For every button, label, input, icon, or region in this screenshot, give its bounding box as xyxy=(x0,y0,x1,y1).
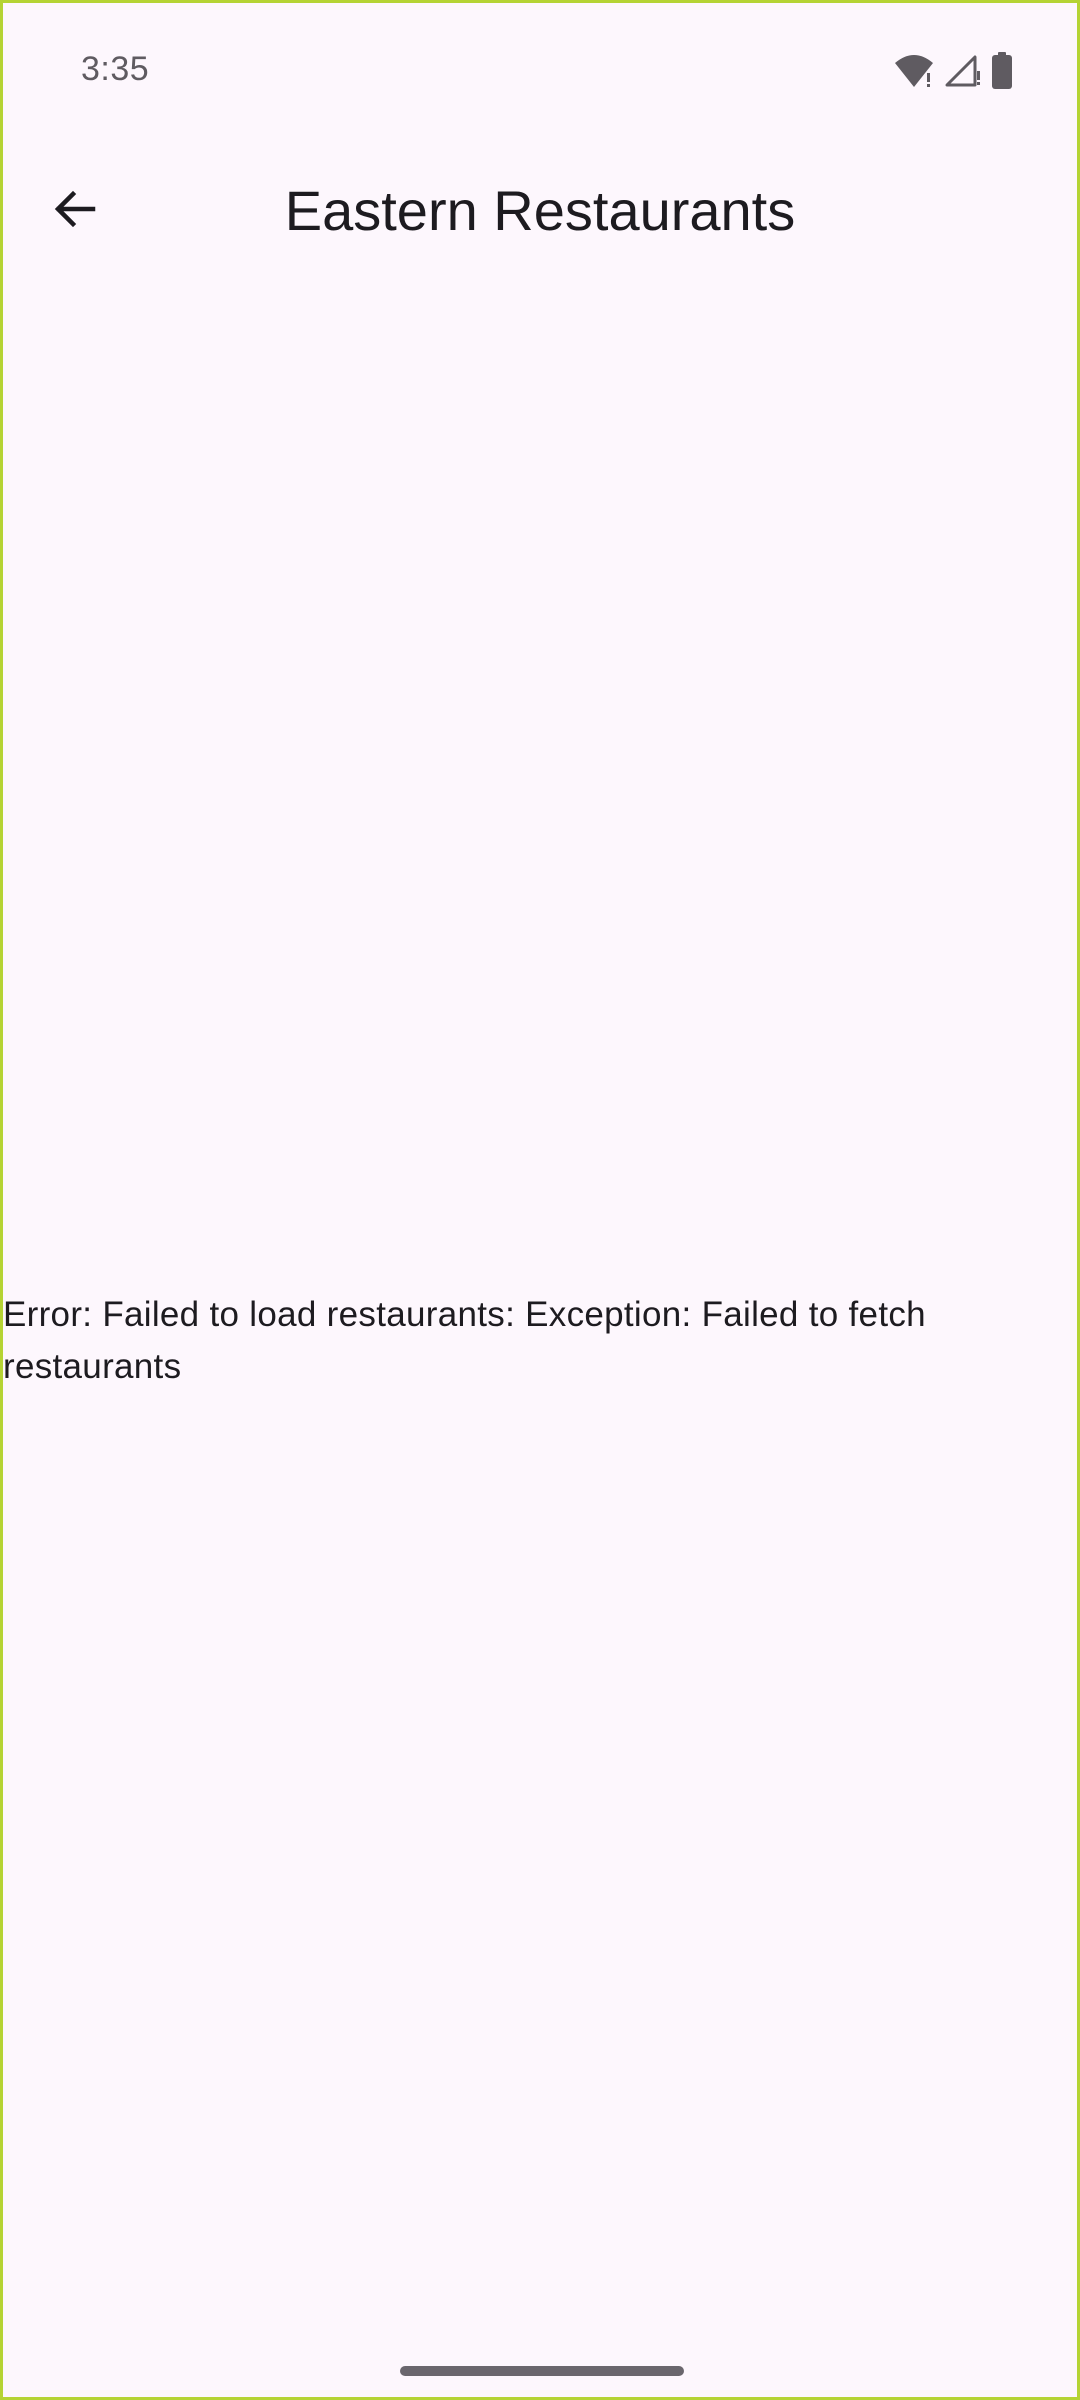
wifi-icon xyxy=(893,53,935,89)
status-icons xyxy=(893,51,1013,91)
cell-signal-icon xyxy=(945,53,981,89)
app-bar: Eastern Restaurants xyxy=(3,163,1077,259)
error-message: Error: Failed to load restaurants: Excep… xyxy=(3,1295,926,1386)
battery-icon xyxy=(991,52,1013,90)
status-bar: 3:35 xyxy=(3,3,1077,133)
page-title: Eastern Restaurants xyxy=(284,179,796,242)
home-indicator[interactable] xyxy=(400,2366,684,2376)
status-time: 3:35 xyxy=(81,50,150,88)
screen: 3:35 Eastern Restaurants Error: Failed t… xyxy=(0,0,1080,2400)
